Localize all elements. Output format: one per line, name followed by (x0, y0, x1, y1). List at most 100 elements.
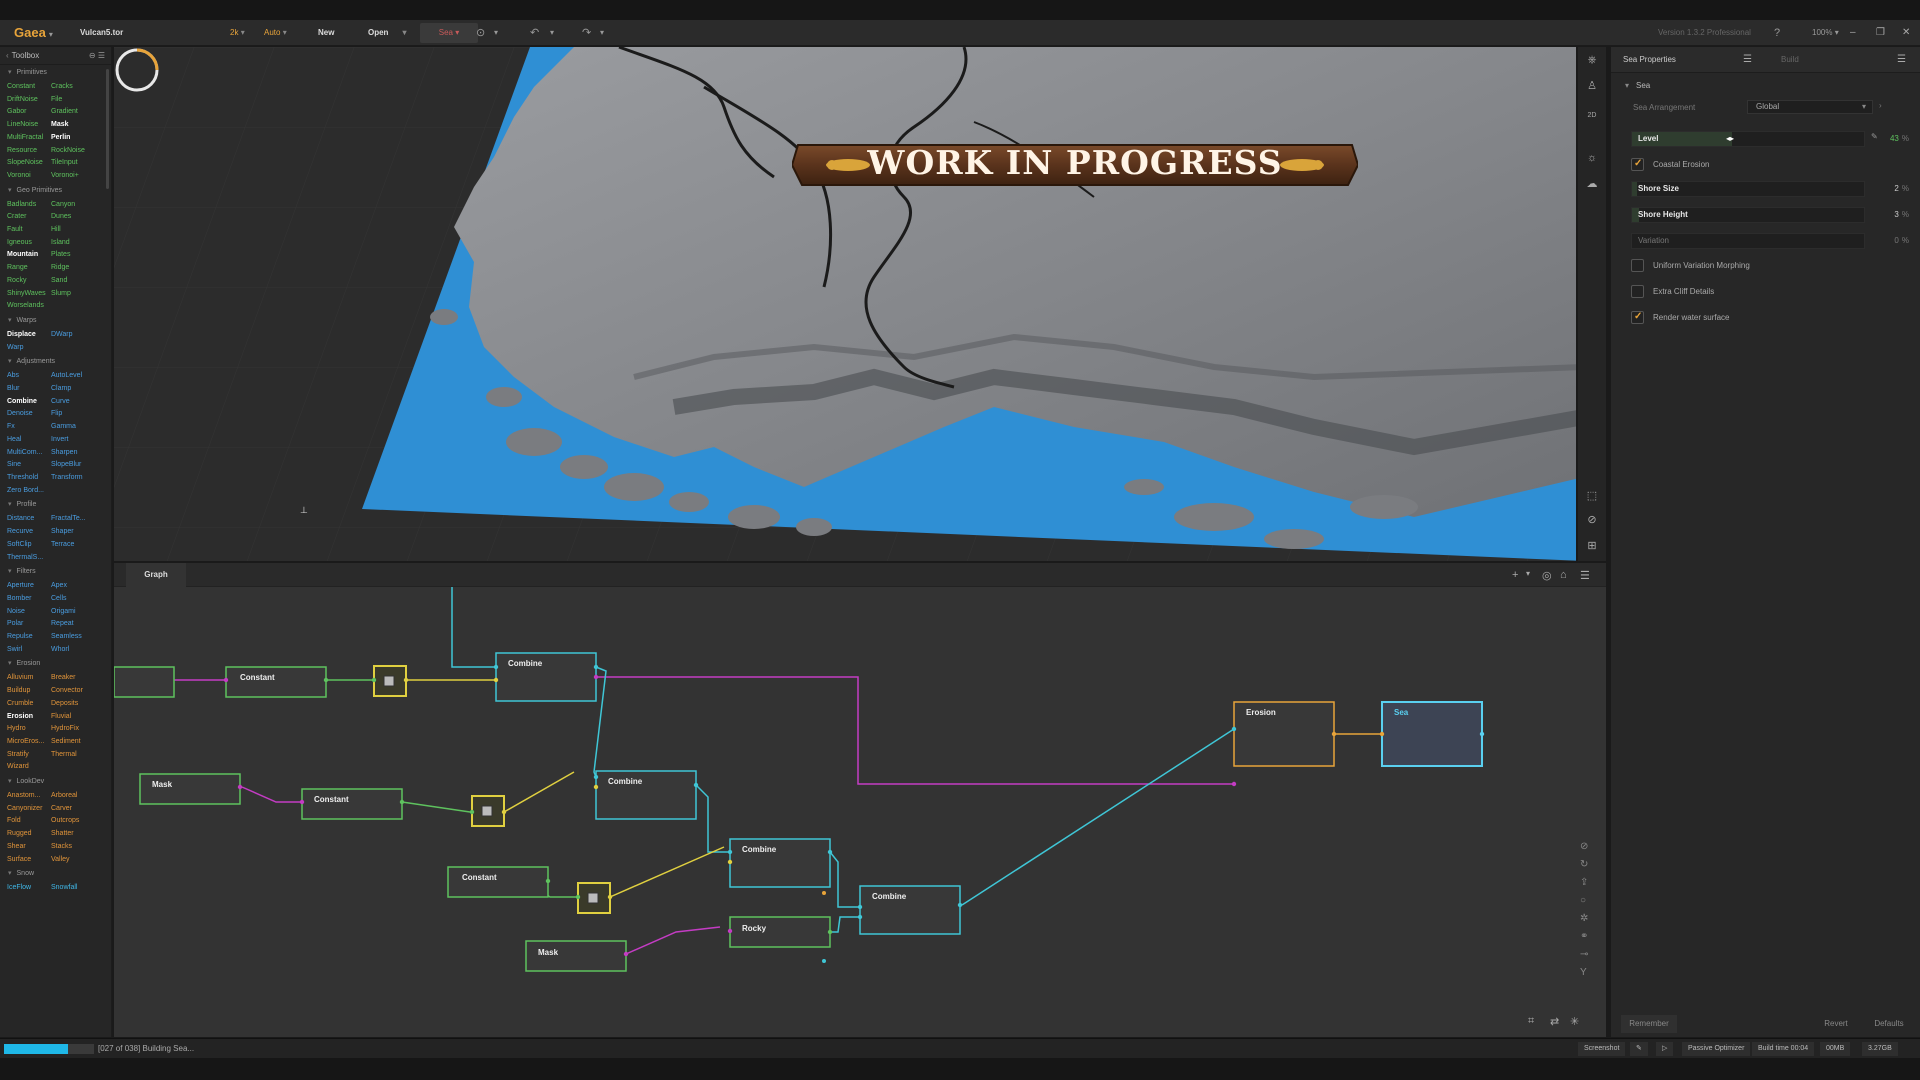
toolbox-section-title[interactable]: ▾ Primitives (0, 65, 111, 81)
menu-icon[interactable]: ☰ (1580, 569, 1590, 582)
toolbox-item[interactable]: Igneous (7, 237, 51, 250)
render-water-checkbox[interactable] (1631, 311, 1644, 324)
toolbox-item[interactable]: Fault (7, 224, 51, 237)
toolbox-item[interactable]: Threshold (7, 472, 51, 485)
auto-selector[interactable]: Auto ▾ (264, 20, 287, 46)
circle-icon[interactable]: ○ (1580, 895, 1586, 906)
screenshot-button[interactable]: Screenshot (1578, 1042, 1626, 1056)
toolbox-item[interactable]: Buildup (7, 685, 51, 698)
toolbox-item[interactable]: Gamma (51, 421, 111, 434)
toolbox-item[interactable]: File (51, 94, 111, 107)
frame-icon[interactable]: ⬚ (1585, 489, 1599, 503)
toolbox-item[interactable]: MicroEros... (7, 736, 51, 749)
toolbox-item[interactable]: Cracks (51, 81, 111, 94)
shore-height-slider[interactable]: Shore Height (1631, 207, 1865, 223)
toolbox-item[interactable]: Deposits (51, 698, 111, 711)
link-icon[interactable]: ⚭ (1580, 931, 1588, 942)
toolbox-item[interactable]: Gabor (7, 106, 51, 119)
person-icon[interactable]: ♙ (1585, 79, 1599, 93)
toolbox-section-title[interactable]: ▾ Warps (0, 313, 111, 329)
pencil-icon[interactable]: ✎ (1630, 1042, 1648, 1056)
toolbox-item[interactable]: Stacks (51, 841, 111, 854)
toolbox-item[interactable]: Crater (7, 211, 51, 224)
toolbox-item[interactable]: ThermalS... (7, 552, 51, 565)
toolbox-item[interactable]: Surface (7, 854, 51, 867)
toolbox-item[interactable]: Ridge (51, 262, 111, 275)
passive-optimizer-toggle[interactable]: Passive Optimizer (1682, 1042, 1751, 1056)
toolbox-item[interactable]: Origami (51, 606, 111, 619)
extra-cliff-checkbox[interactable] (1631, 285, 1644, 298)
toolbox-item[interactable]: MultiCom... (7, 447, 51, 460)
toolbox-item[interactable]: Whorl (51, 644, 111, 657)
toolbox-item[interactable]: Hydro (7, 723, 51, 736)
toolbox-item[interactable]: Gradient (51, 106, 111, 119)
chevron-down-icon[interactable]: ▾ (494, 20, 498, 46)
toolbox-item[interactable]: ShinyWaves (7, 288, 51, 301)
toolbox-item[interactable]: AutoLevel (51, 370, 111, 383)
toolbox-item[interactable]: Zero Bord... (7, 485, 51, 498)
toolbox-item[interactable]: Voronoi (7, 170, 51, 183)
toolbox-item[interactable]: Aperture (7, 580, 51, 593)
toolbox-item[interactable]: Invert (51, 434, 111, 447)
toolbox-item[interactable]: Crumble (7, 698, 51, 711)
auto-layout-icon[interactable]: ✳ (1570, 1015, 1579, 1028)
toolbox-item[interactable]: Curve (51, 396, 111, 409)
pencil-icon[interactable]: ✎ (1871, 132, 1878, 141)
target-icon[interactable]: ◎ (1542, 569, 1552, 582)
toolbox-item[interactable]: Fx (7, 421, 51, 434)
maximize-icon[interactable]: ❐ (1876, 20, 1885, 46)
cloud-icon[interactable]: ☁ (1585, 177, 1599, 191)
variation-slider[interactable]: Variation (1631, 233, 1865, 249)
undo-icon[interactable]: ↶ (530, 20, 539, 46)
drag-handle-icon[interactable]: ◂▸ (1726, 132, 1734, 146)
remember-button[interactable]: Remember (1621, 1015, 1677, 1033)
toolbox-section-title[interactable]: ▾ Adjustments (0, 354, 111, 370)
active-node-tab[interactable]: Sea ▾ (420, 23, 478, 43)
toolbox-item[interactable]: Snowfall (51, 882, 111, 895)
toolbox-item[interactable]: Sharpen (51, 447, 111, 460)
toolbox-item[interactable]: Slump (51, 288, 111, 301)
toolbox-item[interactable]: Recurve (7, 526, 51, 539)
toolbox-item[interactable]: Resource (7, 145, 51, 158)
toolbox-item[interactable]: Clamp (51, 383, 111, 396)
chevron-left-icon[interactable]: ‹ (6, 51, 9, 60)
graph-panel[interactable]: Graph + ▾ ◎ ⌂ ☰ Constant Combine Mask Co… (114, 563, 1606, 1037)
toolbox-item[interactable]: Fluvial (51, 711, 111, 724)
toolbox-item[interactable]: Shear (7, 841, 51, 854)
toolbox-item[interactable]: Canyonizer (7, 803, 51, 816)
tab-sea-properties[interactable]: Sea Properties (1623, 47, 1676, 73)
toolbox-item[interactable]: Shaper (51, 526, 111, 539)
add-icon[interactable]: + (1512, 569, 1518, 581)
port-icon[interactable]: ⊸ (1580, 949, 1588, 960)
toolbox-item[interactable]: TileInput (51, 157, 111, 170)
defaults-button[interactable]: Defaults (1863, 1015, 1915, 1033)
toolbox-item[interactable]: Sine (7, 459, 51, 472)
toolbox-item[interactable]: Plates (51, 249, 111, 262)
toolbox-item[interactable]: Worselands (7, 300, 51, 313)
toolbox-item[interactable]: FractalTe... (51, 513, 111, 526)
toolbox-item[interactable]: Convector (51, 685, 111, 698)
toolbox-item[interactable]: Blur (7, 383, 51, 396)
toolbox-item[interactable]: Apex (51, 580, 111, 593)
toolbox-item[interactable]: Valley (51, 854, 111, 867)
toolbox-item[interactable]: HydroFix (51, 723, 111, 736)
toolbox-item[interactable]: Perlin (51, 132, 111, 145)
toolbox-item[interactable]: Anastom... (7, 790, 51, 803)
sun-icon[interactable]: ☼ (1585, 151, 1599, 165)
toolbox-item[interactable]: Outcrops (51, 815, 111, 828)
tab-build[interactable]: Build (1781, 47, 1799, 73)
uniform-variation-checkbox[interactable] (1631, 259, 1644, 272)
chevron-right-icon[interactable]: › (1879, 101, 1882, 110)
node-graph[interactable]: Constant Combine Mask Constant Combine C… (114, 587, 1606, 1037)
menu-icon[interactable]: ☰ (1743, 54, 1752, 65)
resolution-selector[interactable]: 2k ▾ (230, 20, 245, 46)
toolbox-item[interactable]: MultiFractal (7, 132, 51, 145)
export-icon[interactable]: ⇪ (1580, 877, 1588, 888)
toolbox-item[interactable]: Transform (51, 472, 111, 485)
fit-view-icon[interactable]: ⌗ (1528, 1015, 1534, 1028)
toolbox-item[interactable]: Island (51, 237, 111, 250)
toolbox-item[interactable]: Repeat (51, 618, 111, 631)
toolbox-item[interactable]: Dunes (51, 211, 111, 224)
toolbox-item[interactable]: Bomber (7, 593, 51, 606)
help-icon[interactable]: ? (1774, 20, 1780, 46)
